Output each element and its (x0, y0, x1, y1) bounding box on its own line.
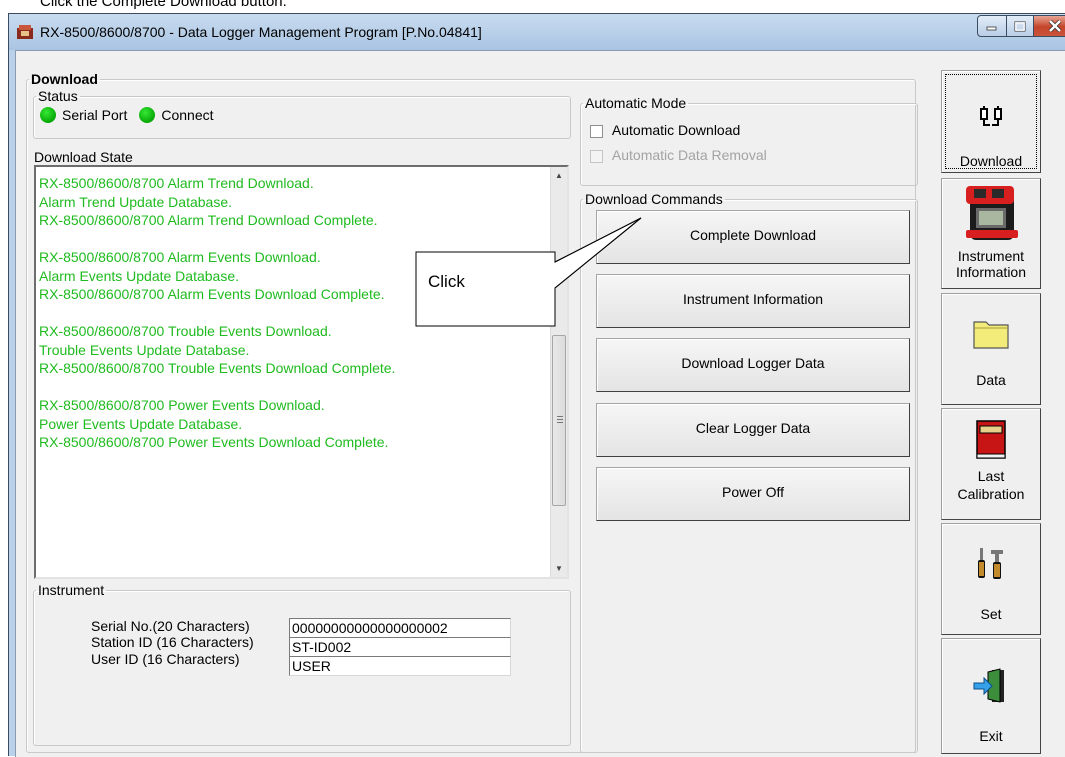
connect-label: Connect (161, 107, 214, 123)
status-group: Status Serial Port Connect (33, 89, 571, 139)
automatic-mode-legend: Automatic Mode (585, 95, 687, 111)
download-cable-icon (980, 106, 1002, 126)
exit-door-icon (973, 668, 1004, 703)
download-commands-legend: Download Commands (585, 191, 723, 207)
log-lines: RX-8500/8600/8700 Alarm Trend Download. A… (39, 174, 544, 452)
log-line: RX-8500/8600/8700 Alarm Trend Download C… (39, 212, 378, 228)
title-bar[interactable]: RX-8500/8600/8700 - Data Logger Manageme… (9, 14, 1065, 50)
automatic-data-removal-checkbox (590, 149, 603, 163)
status-row: Serial Port Connect (40, 107, 226, 123)
folder-icon (973, 321, 1009, 349)
sidebar-instrument-information-label: Instrument Information (955, 248, 1027, 280)
instrument-information-button[interactable]: Instrument Information (596, 274, 910, 328)
instruction-caption: Click the Complete Download button. (40, 0, 287, 10)
maximize-button[interactable] (1006, 15, 1034, 37)
sidebar-item-instrument-information[interactable]: Instrument Information (941, 178, 1041, 289)
log-line: Power Events Update Database. (39, 415, 243, 432)
screenshot-root: Click the Complete Download button. RX-8… (0, 0, 1065, 757)
user-id-label: User ID (16 Characters) (91, 651, 240, 667)
sidebar-item-set[interactable]: Set (941, 523, 1041, 635)
log-line: RX-8500/8600/8700 Trouble Events Downloa… (39, 360, 396, 376)
sidebar-data-label: Data (976, 372, 1006, 388)
window-title: RX-8500/8600/8700 - Data Logger Manageme… (40, 24, 482, 40)
gas-detector-icon (966, 186, 1018, 240)
automatic-download-option[interactable]: Automatic Download (590, 122, 740, 138)
log-line: Trouble Events Update Database. (39, 341, 250, 358)
automatic-data-removal-label: Automatic Data Removal (611, 147, 767, 163)
tools-icon (978, 548, 1003, 579)
clear-logger-data-button[interactable]: Clear Logger Data (596, 403, 910, 457)
automatic-download-label: Automatic Download (611, 122, 741, 138)
scroll-up-arrow-icon[interactable]: ▲ (551, 167, 567, 184)
sidebar-item-last-calibration[interactable]: Last Calibration (941, 408, 1041, 520)
minimize-button[interactable] (977, 15, 1007, 37)
log-line: Alarm Events Update Database. (39, 267, 239, 284)
sidebar-last-calibration-label: Last Calibration (957, 468, 1025, 502)
maximize-icon (1014, 21, 1026, 31)
download-logger-data-button[interactable]: Download Logger Data (596, 338, 910, 392)
download-state-label: Download State (34, 149, 133, 165)
status-legend: Status (38, 88, 78, 104)
sidebar-item-download[interactable]: Download (941, 70, 1041, 173)
automatic-mode-group: Automatic Mode (580, 96, 918, 186)
automatic-data-removal-option: Automatic Data Removal (590, 147, 767, 163)
log-line: RX-8500/8600/8700 Alarm Trend Download. (39, 175, 314, 191)
scroll-thumb[interactable] (552, 335, 566, 506)
automatic-download-checkbox[interactable] (590, 124, 603, 138)
station-id-label: Station ID (16 Characters) (91, 634, 254, 650)
serial-no-field[interactable]: 00000000000000000002 (289, 618, 511, 638)
instrument-legend: Instrument (38, 582, 105, 598)
power-off-button[interactable]: Power Off (596, 467, 910, 521)
sidebar-item-data[interactable]: Data (941, 293, 1041, 405)
user-id-field[interactable]: USER (289, 656, 511, 676)
close-icon (1048, 20, 1062, 32)
serial-no-label: Serial No.(20 Characters) (91, 618, 250, 634)
callout-text: Click (428, 272, 465, 291)
station-id-field[interactable]: ST-ID002 (289, 637, 511, 657)
log-scrollbar[interactable]: ▲ ▼ (550, 167, 567, 577)
log-line: Alarm Trend Update Database. (39, 193, 232, 210)
client-area: Download Status Serial Port Connect Down… (15, 50, 1065, 757)
serial-port-led (40, 107, 56, 123)
thumb-grip-icon (557, 416, 563, 423)
complete-download-button[interactable]: Complete Download (596, 210, 910, 264)
scroll-down-arrow-icon[interactable]: ▼ (551, 560, 567, 577)
download-state-log[interactable]: RX-8500/8600/8700 Alarm Trend Download. A… (34, 165, 569, 579)
serial-port-label: Serial Port (62, 107, 128, 123)
log-line: RX-8500/8600/8700 Power Events Download. (39, 397, 325, 413)
sidebar-item-exit[interactable]: Exit (941, 638, 1041, 754)
close-button[interactable] (1033, 15, 1065, 37)
log-line: RX-8500/8600/8700 Alarm Events Download. (39, 249, 321, 265)
log-line: RX-8500/8600/8700 Power Events Download … (39, 434, 389, 450)
download-group-legend: Download (31, 71, 98, 87)
red-book-icon (976, 420, 1006, 459)
connect-led (139, 107, 156, 123)
log-line: RX-8500/8600/8700 Alarm Events Download … (39, 286, 385, 302)
sidebar-set-label: Set (980, 606, 1002, 622)
app-window: RX-8500/8600/8700 - Data Logger Manageme… (8, 13, 1065, 757)
sidebar-download-label: Download (959, 153, 1023, 169)
minimize-icon (986, 26, 997, 31)
sidebar-exit-label: Exit (979, 728, 1003, 744)
app-icon (17, 25, 33, 39)
log-line: RX-8500/8600/8700 Trouble Events Downloa… (39, 323, 332, 339)
